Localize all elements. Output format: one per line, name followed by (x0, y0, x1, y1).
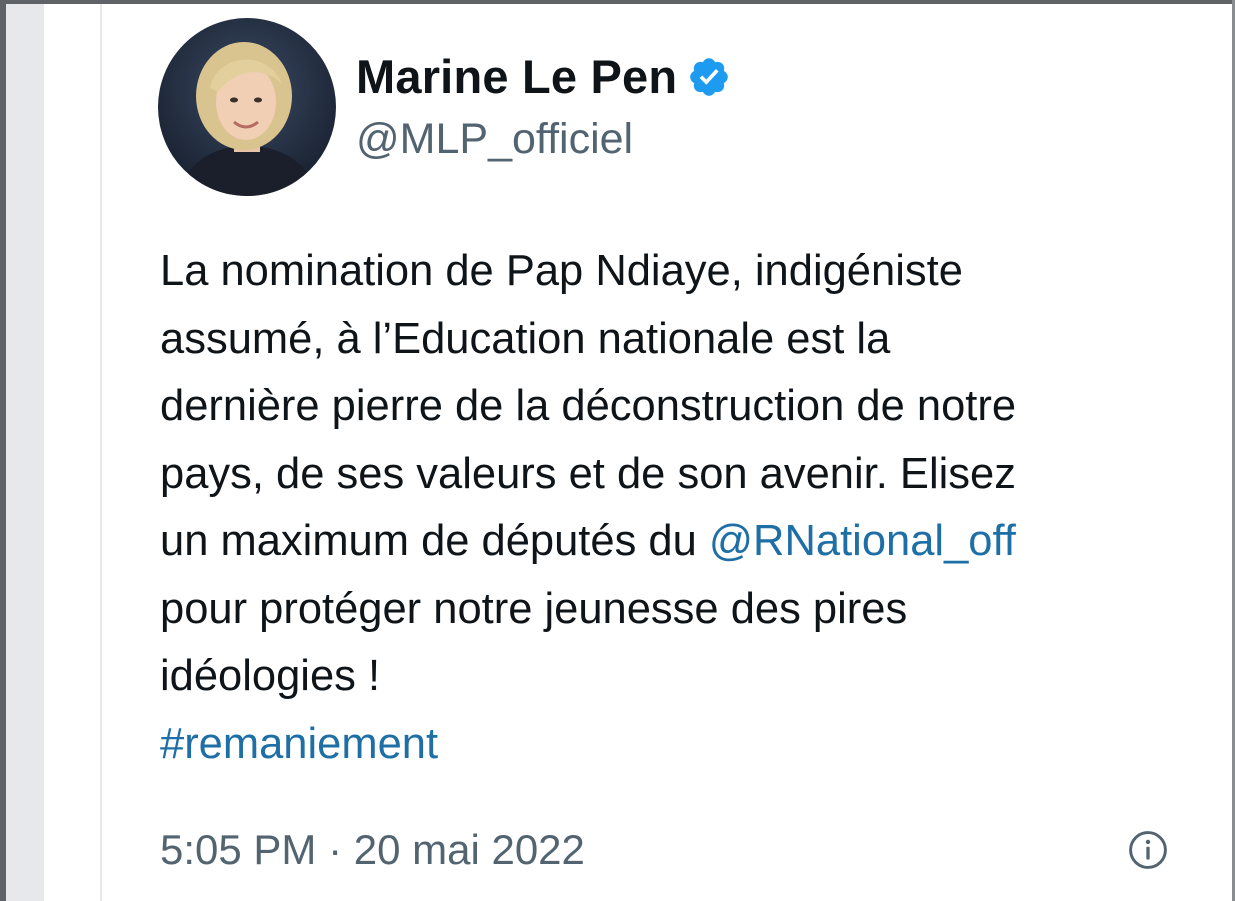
tweet-text-line: pays, de ses valeurs et de son avenir. E… (160, 449, 1016, 498)
column-divider (100, 4, 102, 901)
quote-stripe (6, 4, 44, 901)
tweet-header: Marine Le Pen @MLP_officiel (158, 18, 731, 196)
info-icon[interactable] (1126, 828, 1170, 872)
tweet-text: La nomination de Pap Ndiaye, indigéniste… (160, 238, 1200, 778)
tweet-text-line: assumé, à l’Education nationale est la (160, 314, 891, 363)
frame-border-top (0, 0, 1235, 4)
verified-badge-icon (687, 55, 731, 99)
tweet-text-line: La nomination de Pap Ndiaye, indigéniste (160, 247, 963, 295)
hashtag-link[interactable]: #remaniement (160, 711, 1200, 779)
tweet-identity: Marine Le Pen @MLP_officiel (356, 45, 731, 164)
author-handle[interactable]: @MLP_officiel (356, 115, 731, 164)
tweet-text-segment: un maximum de députés du (160, 517, 709, 565)
avatar[interactable] (158, 18, 336, 196)
tweet-footer: 5:05 PM · 20 mai 2022 (160, 826, 1170, 874)
tweet-text-line: dernière pierre de la déconstruction de … (160, 382, 1017, 430)
tweet-screenshot: Marine Le Pen @MLP_officiel La nominatio… (0, 0, 1235, 901)
mention-link[interactable]: @RNational_off (709, 517, 1016, 565)
tweet-text-line: pour protéger notre jeunesse des pires (160, 584, 908, 633)
avatar-portrait-image (158, 18, 336, 196)
author-name[interactable]: Marine Le Pen (356, 49, 677, 104)
tweet-timestamp[interactable]: 5:05 PM · 20 mai 2022 (160, 826, 585, 874)
name-row: Marine Le Pen (356, 45, 731, 109)
tweet-text-line-with-mention: un maximum de députés du @RNational_off (160, 508, 1200, 576)
tweet-text-line: idéologies ! (160, 652, 381, 700)
